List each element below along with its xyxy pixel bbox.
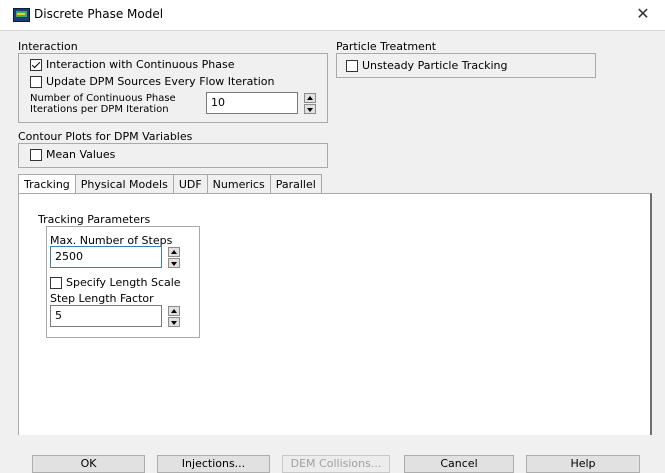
step-length-factor-input[interactable]: 5 — [50, 305, 162, 327]
specify-length-scale-checkbox[interactable] — [50, 276, 62, 289]
interaction-with-continuous-row[interactable]: Interaction with Continuous Phase — [30, 58, 234, 71]
window-title: Discrete Phase Model — [34, 7, 164, 21]
app-icon — [13, 8, 30, 22]
update-dpm-sources-label: Update DPM Sources Every Flow Iteration — [46, 75, 275, 88]
interaction-with-continuous-checkbox[interactable] — [30, 58, 42, 71]
max-steps-input[interactable]: 2500 — [50, 246, 162, 268]
spin-down-icon[interactable] — [168, 317, 180, 327]
num-iterations-input[interactable]: 10 — [206, 92, 298, 114]
help-button[interactable]: Help — [526, 455, 640, 473]
unsteady-tracking-checkbox[interactable] — [346, 59, 358, 72]
tab-bar: Tracking Physical Models UDF Numerics Pa… — [18, 174, 322, 195]
cancel-button[interactable]: Cancel — [404, 455, 514, 473]
tab-parallel[interactable]: Parallel — [270, 174, 322, 195]
num-iterations-label: Number of Continuous Phase Iterations pe… — [30, 93, 176, 115]
mean-values-row[interactable]: Mean Values — [30, 148, 115, 161]
num-iterations-spinner[interactable] — [304, 93, 316, 115]
interaction-group-label: Interaction — [18, 40, 78, 53]
mean-values-label: Mean Values — [46, 148, 116, 161]
num-iterations-label-line2: Iterations per DPM Iteration — [30, 104, 169, 115]
spin-down-icon[interactable] — [304, 104, 316, 114]
injections-button[interactable]: Injections... — [157, 455, 270, 473]
num-iterations-label-line1: Number of Continuous Phase — [30, 93, 176, 104]
step-length-factor-spinner[interactable] — [168, 306, 180, 328]
specify-length-scale-row[interactable]: Specify Length Scale — [50, 276, 181, 289]
update-dpm-sources-checkbox[interactable] — [30, 75, 42, 88]
spin-up-icon[interactable] — [304, 93, 316, 103]
tab-physical-models[interactable]: Physical Models — [75, 174, 174, 195]
close-button[interactable]: ✕ — [633, 4, 653, 24]
spin-up-icon[interactable] — [168, 306, 180, 316]
max-steps-spinner[interactable] — [168, 247, 180, 269]
ok-button[interactable]: OK — [32, 455, 145, 473]
mean-values-checkbox[interactable] — [30, 148, 42, 161]
contour-plots-group-label: Contour Plots for DPM Variables — [18, 130, 193, 143]
unsteady-tracking-label: Unsteady Particle Tracking — [362, 59, 508, 72]
tab-udf[interactable]: UDF — [173, 174, 208, 195]
tab-tracking[interactable]: Tracking — [18, 174, 76, 195]
title-bar: Discrete Phase Model ✕ — [0, 0, 665, 31]
tab-numerics[interactable]: Numerics — [207, 174, 271, 195]
spin-up-icon[interactable] — [168, 247, 180, 257]
spin-down-icon[interactable] — [168, 258, 180, 268]
tracking-parameters-label: Tracking Parameters — [38, 213, 151, 226]
unsteady-tracking-row[interactable]: Unsteady Particle Tracking — [346, 59, 508, 72]
interaction-with-continuous-label: Interaction with Continuous Phase — [46, 58, 235, 71]
update-dpm-sources-row[interactable]: Update DPM Sources Every Flow Iteration — [30, 75, 274, 88]
specify-length-scale-label: Specify Length Scale — [66, 276, 181, 289]
particle-treatment-group-label: Particle Treatment — [336, 40, 437, 53]
dem-collisions-button: DEM Collisions... — [282, 455, 390, 473]
step-length-factor-label: Step Length Factor — [50, 292, 154, 305]
